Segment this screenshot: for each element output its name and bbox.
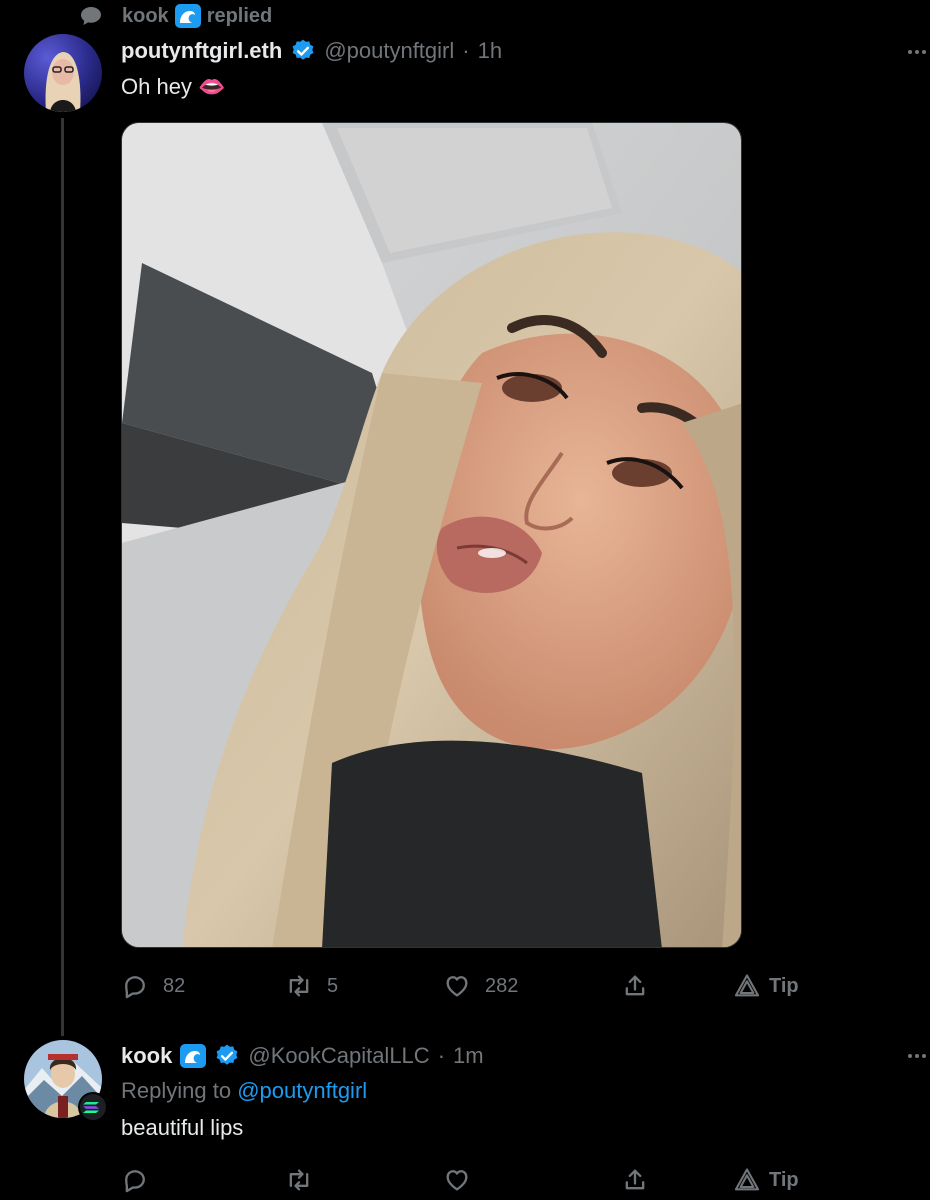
separator: · <box>462 38 470 63</box>
share-button[interactable] <box>621 966 649 1006</box>
tip-button[interactable]: Tip <box>733 966 799 1006</box>
retweet-button[interactable]: 5 <box>285 966 338 1006</box>
tweet-actions: 82 5 282 Tip <box>121 966 821 1006</box>
share-icon <box>625 1169 645 1190</box>
retweet-icon <box>289 1169 309 1191</box>
more-icon[interactable] <box>900 1046 926 1066</box>
tip-button[interactable]: Tip <box>733 1160 799 1200</box>
like-button[interactable]: 282 <box>443 966 518 1006</box>
context-action: replied <box>206 4 273 27</box>
social-context[interactable]: kook replied <box>80 2 272 30</box>
tip-label: Tip <box>769 1168 799 1191</box>
tip-label: Tip <box>769 974 799 997</box>
mention-link[interactable]: @poutynftgirl <box>237 1078 367 1103</box>
timestamp[interactable]: 1m <box>453 1043 484 1069</box>
thread-line <box>61 118 64 1036</box>
reply-count: 82 <box>163 974 186 997</box>
tip-icon <box>734 1168 760 1191</box>
reply-button[interactable]: 82 <box>121 966 185 1006</box>
replying-prefix: Replying to <box>121 1078 232 1103</box>
retweet-count: 5 <box>327 974 339 997</box>
retweet-icon <box>289 975 309 997</box>
verified-icon <box>216 1044 238 1065</box>
context-user[interactable]: kook <box>122 5 169 28</box>
handle[interactable]: @KookCapitalLLC <box>248 1043 429 1069</box>
display-name[interactable]: poutynftgirl.eth <box>121 38 282 64</box>
avatar[interactable] <box>24 34 102 112</box>
like-count: 282 <box>485 974 519 997</box>
tweet-header: kook @KookCapitalLLC · 1m <box>121 1043 484 1069</box>
replying-to: Replying to @poutynftgirl <box>121 1078 367 1104</box>
reply-button[interactable] <box>121 1160 149 1200</box>
tweet-text: beautiful lips <box>121 1115 244 1140</box>
tip-icon <box>734 974 760 997</box>
handle[interactable]: @poutynftgirl <box>324 38 454 64</box>
reply-icon <box>125 976 145 999</box>
timeline: kook replied poutynftgirl.eth @poutynftg… <box>0 0 930 1200</box>
display-name[interactable]: kook <box>121 1043 172 1069</box>
solana-icon <box>83 1102 99 1113</box>
verified-icon <box>292 39 314 60</box>
tweet-text: Oh hey 👄 <box>121 74 226 99</box>
wave-icon <box>174 4 201 28</box>
reply-icon <box>125 1170 145 1193</box>
comment-icon <box>81 7 101 25</box>
tweet-actions: Tip <box>121 1160 821 1200</box>
tweet-header: poutynftgirl.eth @poutynftgirl · 1h <box>121 38 502 64</box>
retweet-button[interactable] <box>285 1160 313 1200</box>
like-icon <box>446 1170 468 1191</box>
share-button[interactable] <box>621 1160 649 1200</box>
more-icon[interactable] <box>900 42 926 62</box>
solana-badge <box>78 1092 108 1122</box>
like-button[interactable] <box>443 1160 471 1200</box>
like-icon <box>446 976 468 997</box>
wave-icon <box>180 1044 207 1068</box>
tweet-photo[interactable] <box>121 122 742 948</box>
share-icon <box>625 975 645 996</box>
timestamp[interactable]: 1h <box>478 38 502 64</box>
separator: · <box>437 1043 446 1068</box>
